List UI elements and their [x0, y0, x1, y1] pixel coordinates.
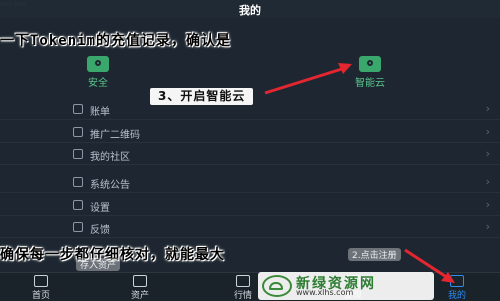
- register-bubble: 2.点击注册: [348, 248, 401, 261]
- menu-item-announcement[interactable]: 系统公告 ›: [0, 173, 500, 193]
- safe-button[interactable]: 安全: [58, 54, 138, 89]
- announcement-icon: [73, 177, 83, 187]
- wallet-icon: [133, 275, 147, 287]
- menu-item-qrcode[interactable]: 推广二维码 ›: [0, 123, 500, 143]
- chevron-right-icon: ›: [485, 198, 490, 211]
- menu-item-feedback[interactable]: 反馈 ›: [0, 218, 500, 238]
- bill-icon: [73, 104, 83, 114]
- chevron-right-icon: ›: [485, 102, 490, 115]
- menu-item-label: 账单: [90, 107, 110, 118]
- top-bar: …… 我的: [0, 0, 500, 18]
- tab-home[interactable]: 首页: [6, 275, 76, 301]
- screen: …… 我的 一下Tokenim的充值记录，确认是 安全 智能云 3、开启智能云 …: [0, 0, 500, 301]
- quick-actions: 安全 智能云: [0, 54, 500, 92]
- tab-label: 首页: [31, 291, 50, 301]
- safe-label: 安全: [88, 78, 108, 89]
- menu-item-label: 我的社区: [90, 152, 130, 163]
- menu-item-label: 反馈: [90, 225, 110, 236]
- tab-label: 资产: [130, 291, 149, 301]
- smart-cloud-icon: [359, 56, 381, 72]
- menu-item-label: 系统公告: [90, 180, 130, 191]
- settings-icon: [73, 200, 83, 210]
- menu-item-label: 推广二维码: [90, 130, 140, 141]
- menu-item-community[interactable]: 我的社区 ›: [0, 145, 500, 165]
- chevron-right-icon: ›: [485, 220, 490, 233]
- chevron-right-icon: ›: [485, 125, 490, 138]
- chevron-right-icon: ›: [485, 147, 490, 160]
- menu-item-bill[interactable]: 账单 ›: [0, 100, 500, 120]
- market-icon: [236, 275, 250, 287]
- deposit-bubble: 存入资产: [76, 258, 121, 271]
- qrcode-icon: [73, 127, 83, 137]
- home-icon: [34, 275, 48, 287]
- safe-icon: [87, 56, 109, 72]
- smart-cloud-label: 智能云: [355, 78, 385, 89]
- tab-assets[interactable]: 资产: [105, 275, 175, 301]
- community-icon: [73, 149, 83, 159]
- chevron-right-icon: ›: [485, 175, 490, 188]
- menu-item-settings[interactable]: 设置 ›: [0, 196, 500, 216]
- profile-icon: [450, 275, 464, 287]
- menu-item-label: 设置: [90, 203, 110, 214]
- watermark-url: www.xlhs.com: [296, 288, 354, 297]
- feedback-icon: [73, 222, 83, 232]
- caption-line-1: 一下Tokenim的充值记录，确认是: [0, 33, 232, 49]
- cloud-logo-icon: [262, 275, 292, 297]
- watermark: 新绿资源网 www.xlhs.com: [258, 272, 434, 300]
- smart-cloud-button[interactable]: 智能云: [330, 54, 410, 89]
- page-title: 我的: [239, 4, 261, 17]
